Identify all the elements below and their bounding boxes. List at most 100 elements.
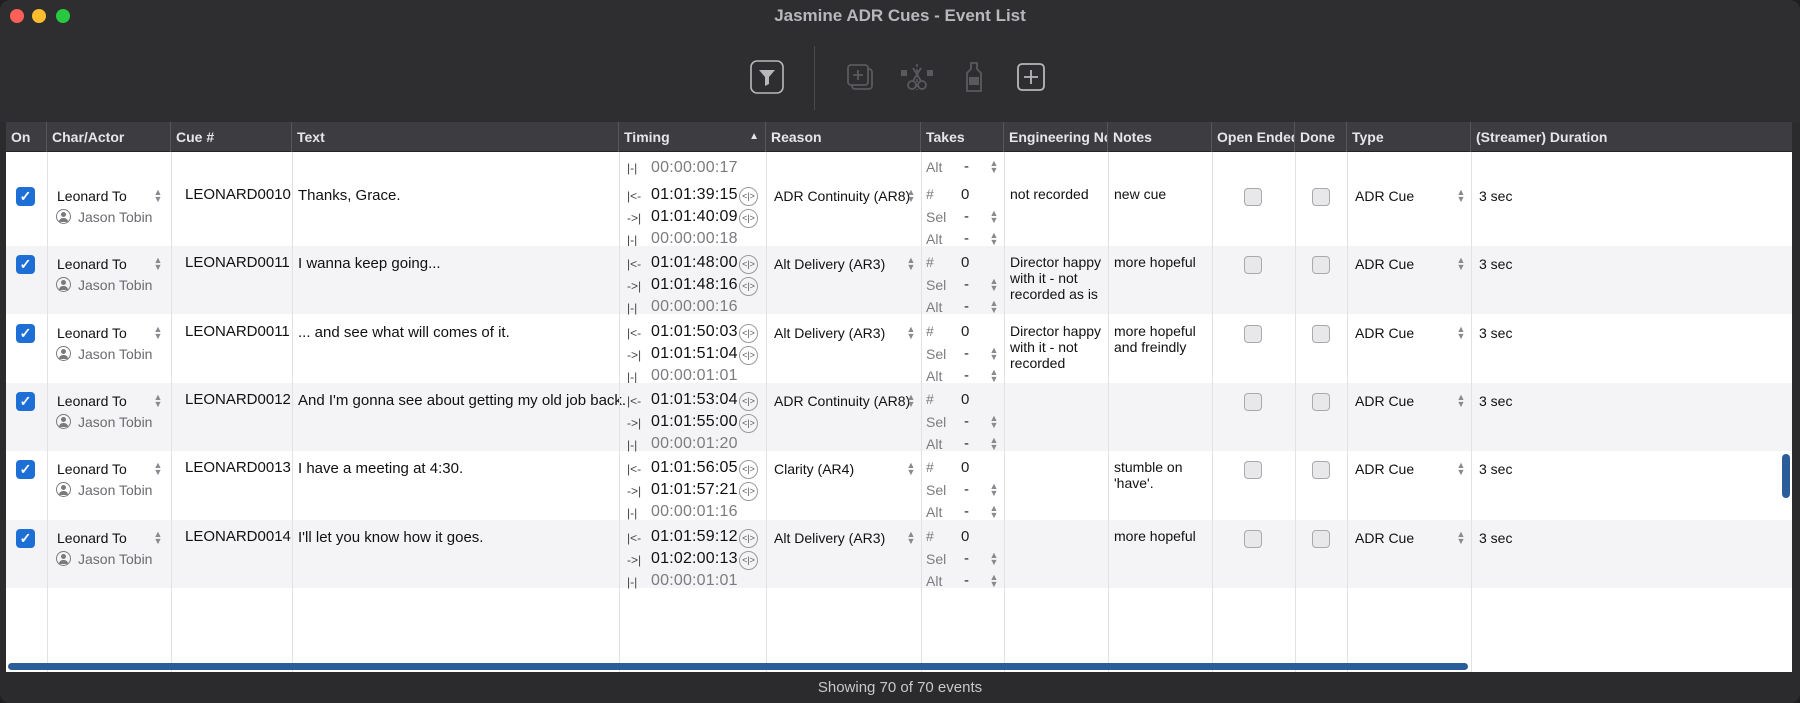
nudge-in-icon[interactable]: <|> — [739, 323, 758, 343]
timecode-in[interactable]: 01:01:53:04 — [651, 391, 738, 409]
streamer-duration[interactable]: 3 sec — [1479, 393, 1512, 409]
engineering-note-line[interactable]: not recorded — [1010, 186, 1089, 202]
reason-stepper[interactable]: ▲ ▼ — [906, 256, 916, 272]
character-name[interactable]: Leonard To — [57, 461, 127, 477]
nudge-out-icon[interactable]: <|> — [739, 413, 758, 433]
reason-select[interactable]: Alt Delivery (AR3) — [774, 325, 885, 341]
vertical-scrollbar[interactable] — [1782, 454, 1790, 498]
cue-text[interactable]: I have a meeting at 4:30. — [298, 460, 463, 477]
cue-text[interactable]: ... and see what will comes of it. — [298, 324, 510, 341]
done-checkbox[interactable] — [1312, 392, 1330, 411]
character-name[interactable]: Leonard To — [57, 530, 127, 546]
type-select[interactable]: ADR Cue — [1355, 256, 1414, 272]
character-stepper[interactable]: ▲ ▼ — [153, 324, 163, 340]
streamer-duration[interactable]: 3 sec — [1479, 530, 1512, 546]
filter-button[interactable] — [750, 60, 784, 94]
marker-button[interactable] — [957, 60, 991, 94]
cue-text[interactable]: And I'm gonna see about getting my old j… — [298, 392, 626, 409]
character-stepper[interactable]: ▲ ▼ — [153, 188, 163, 204]
add-cue-button[interactable] — [1014, 60, 1048, 94]
type-stepper[interactable]: ▲ ▼ — [1456, 392, 1466, 408]
character-stepper[interactable]: ▲ ▼ — [153, 461, 163, 477]
column-header-engineering-notes[interactable]: Engineering Notes — [1004, 122, 1108, 152]
character-name[interactable]: Leonard To — [57, 256, 127, 272]
column-header-reason[interactable]: Reason — [766, 122, 921, 152]
done-checkbox[interactable] — [1312, 529, 1330, 548]
character-stepper[interactable]: ▲ ▼ — [153, 392, 163, 408]
reason-select[interactable]: ADR Continuity (AR8) — [774, 393, 910, 409]
split-cue-button[interactable] — [900, 60, 934, 94]
character-name[interactable]: Leonard To — [57, 393, 127, 409]
enabled-checkbox[interactable]: ✓ — [16, 528, 35, 548]
enabled-checkbox[interactable]: ✓ — [16, 255, 35, 275]
type-stepper[interactable]: ▲ ▼ — [1456, 324, 1466, 340]
column-header-type[interactable]: Type — [1347, 122, 1471, 152]
character-name[interactable]: Leonard To — [57, 325, 127, 341]
column-header-streamer-duration[interactable]: (Streamer) Duration — [1471, 122, 1792, 152]
table-row[interactable]: ✓ Leonard To ▲ ▼ Jason Tobin LEONARD0013 I hav… — [6, 451, 1792, 520]
alt-take-stepper[interactable]: ▲ ▼ — [989, 572, 999, 588]
done-checkbox[interactable] — [1312, 324, 1330, 343]
alt-take-stepper[interactable]: ▲ ▼ — [989, 159, 999, 175]
close-window-button[interactable] — [10, 9, 24, 23]
note-line[interactable]: and freindly — [1114, 339, 1186, 355]
table-row[interactable]: ✓ Leonard To ▲ ▼ Jason Tobin LEONARD0012 And I… — [6, 382, 1792, 452]
note-line[interactable]: more hopeful — [1114, 254, 1196, 270]
timecode-in[interactable]: 01:01:39:15 — [651, 186, 738, 204]
timecode-in[interactable]: 01:01:50:03 — [651, 323, 738, 341]
engineering-note-line[interactable]: with it - not — [1010, 270, 1078, 286]
alt-take-stepper[interactable]: ▲ ▼ — [989, 504, 999, 520]
open-ended-checkbox[interactable] — [1244, 188, 1262, 206]
note-line[interactable]: stumble on — [1114, 459, 1182, 475]
enabled-checkbox[interactable]: ✓ — [16, 391, 35, 411]
nudge-out-icon[interactable]: <|> — [739, 550, 758, 570]
minimize-window-button[interactable] — [32, 9, 46, 23]
table-row[interactable]: ✓ Leonard To ▲ ▼ Jason Tobin LEONARD0011 I wan… — [6, 246, 1792, 315]
zoom-window-button[interactable] — [56, 9, 70, 23]
engineering-note-line[interactable]: with it - not — [1010, 339, 1078, 355]
character-stepper[interactable]: ▲ ▼ — [153, 529, 163, 545]
reason-stepper[interactable]: ▲ ▼ — [906, 324, 916, 340]
streamer-duration[interactable]: 3 sec — [1479, 461, 1512, 477]
timecode-in[interactable]: 01:01:56:05 — [651, 459, 738, 477]
streamer-duration[interactable]: 3 sec — [1479, 256, 1512, 272]
selected-take-stepper[interactable]: ▲ ▼ — [989, 550, 999, 566]
engineering-note-line[interactable]: recorded as is — [1010, 286, 1098, 302]
column-header-notes[interactable]: Notes — [1108, 122, 1212, 152]
enabled-checkbox[interactable]: ✓ — [16, 323, 35, 343]
column-header-done[interactable]: Done — [1295, 122, 1347, 152]
type-stepper[interactable]: ▲ ▼ — [1456, 256, 1466, 272]
done-checkbox[interactable] — [1312, 256, 1330, 275]
cue-text[interactable]: I'll let you know how it goes. — [298, 529, 483, 546]
column-header-char-actor[interactable]: Char/Actor — [47, 122, 171, 152]
reason-stepper[interactable]: ▲ ▼ — [906, 392, 916, 408]
streamer-duration[interactable]: 3 sec — [1479, 325, 1512, 341]
timecode-out[interactable]: 01:01:51:04 — [651, 345, 738, 363]
engineering-note-line[interactable]: Director happy — [1010, 323, 1101, 339]
selected-take-stepper[interactable]: ▲ ▼ — [989, 413, 999, 429]
nudge-in-icon[interactable]: <|> — [739, 460, 758, 480]
alt-take-stepper[interactable]: ▲ ▼ — [989, 299, 999, 315]
alt-take-stepper[interactable]: ▲ ▼ — [989, 435, 999, 451]
note-line[interactable]: more hopeful — [1114, 528, 1196, 544]
timecode-out[interactable]: 01:02:00:13 — [651, 550, 738, 568]
character-stepper[interactable]: ▲ ▼ — [153, 256, 163, 272]
nudge-out-icon[interactable]: <|> — [739, 482, 758, 502]
nudge-in-icon[interactable]: <|> — [739, 187, 758, 206]
column-header-cue[interactable]: Cue # — [171, 122, 292, 152]
column-header-takes[interactable]: Takes — [921, 122, 1004, 152]
reason-select[interactable]: Alt Delivery (AR3) — [774, 256, 885, 272]
open-ended-checkbox[interactable] — [1244, 392, 1262, 411]
table-row[interactable]: ✓ Leonard To ▲ ▼ Jason Tobin LEONARD0011... a… — [6, 315, 1792, 384]
timecode-in[interactable]: 01:01:48:00 — [651, 254, 738, 272]
alt-take-stepper[interactable]: ▲ ▼ — [989, 231, 999, 247]
duplicate-cue-button[interactable] — [843, 60, 877, 94]
nudge-out-icon[interactable]: <|> — [739, 209, 758, 228]
selected-take-stepper[interactable]: ▲ ▼ — [989, 345, 999, 361]
reason-select[interactable]: ADR Continuity (AR8) — [774, 188, 910, 204]
timecode-in[interactable]: 01:01:59:12 — [651, 528, 738, 546]
reason-select[interactable]: Alt Delivery (AR3) — [774, 530, 885, 546]
timecode-out[interactable]: 01:01:40:09 — [651, 208, 738, 226]
reason-stepper[interactable]: ▲ ▼ — [906, 529, 916, 545]
note-line[interactable]: more hopeful — [1114, 323, 1196, 339]
